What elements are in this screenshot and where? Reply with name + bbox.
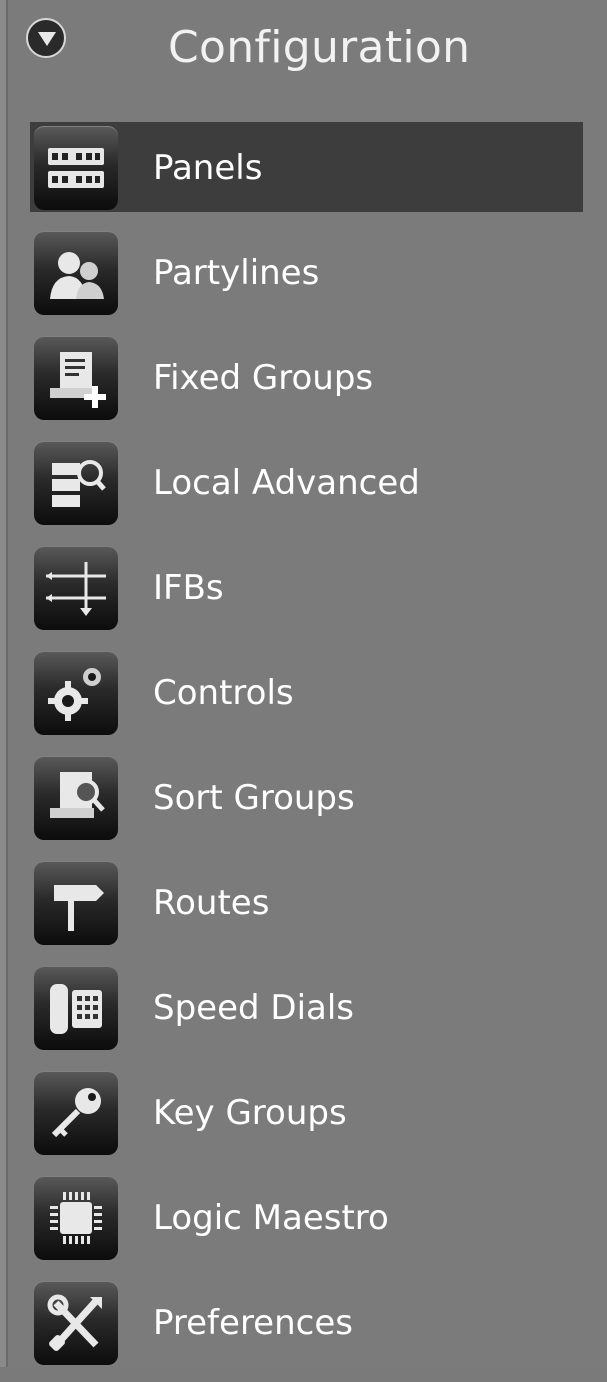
sort-groups-icon (34, 756, 118, 840)
key-icon (34, 1071, 118, 1155)
panel-header: Configuration (8, 0, 607, 110)
tools-icon (34, 1281, 118, 1365)
config-menu: Panels Partylines Fixed Groups Local Adv… (8, 122, 607, 1382)
menu-item-label: Fixed Groups (153, 358, 374, 398)
phone-icon (34, 966, 118, 1050)
menu-item-label: Sort Groups (153, 778, 355, 818)
menu-item-key-groups[interactable]: Key Groups (8, 1067, 607, 1172)
menu-item-label: Panels (153, 148, 263, 188)
menu-item-label: Logic Maestro (153, 1198, 389, 1238)
local-advanced-icon (34, 441, 118, 525)
menu-item-speed-dials[interactable]: Speed Dials (8, 962, 607, 1067)
menu-item-label: Key Groups (153, 1093, 347, 1133)
chevron-down-icon (38, 32, 56, 46)
fixed-groups-icon (34, 336, 118, 420)
users-icon (34, 231, 118, 315)
menu-item-label: Partylines (153, 253, 320, 293)
chip-icon (34, 1176, 118, 1260)
menu-item-label: Controls (153, 673, 294, 713)
menu-item-panels[interactable]: Panels (8, 122, 607, 227)
menu-item-label: IFBs (153, 568, 224, 608)
menu-item-local-advanced[interactable]: Local Advanced (8, 437, 607, 542)
signpost-icon (34, 861, 118, 945)
menu-item-fixed-groups[interactable]: Fixed Groups (8, 332, 607, 437)
menu-item-ifbs[interactable]: IFBs (8, 542, 607, 647)
menu-item-label: Preferences (153, 1303, 353, 1343)
collapse-button[interactable] (26, 18, 66, 58)
menu-item-routes[interactable]: Routes (8, 857, 607, 962)
menu-item-label: Speed Dials (153, 988, 355, 1028)
menu-item-controls[interactable]: Controls (8, 647, 607, 752)
menu-item-label: Local Advanced (153, 463, 420, 503)
menu-item-label: Routes (153, 883, 270, 923)
menu-item-preferences[interactable]: Preferences (8, 1277, 607, 1382)
panel-title: Configuration (168, 22, 471, 73)
panels-icon (34, 126, 118, 210)
menu-item-logic-maestro[interactable]: Logic Maestro (8, 1172, 607, 1277)
menu-item-sort-groups[interactable]: Sort Groups (8, 752, 607, 857)
ifb-icon (34, 546, 118, 630)
menu-item-partylines[interactable]: Partylines (8, 227, 607, 332)
configuration-panel: Configuration Panels Partylines Fixed Gr… (6, 0, 607, 1367)
gears-icon (34, 651, 118, 735)
